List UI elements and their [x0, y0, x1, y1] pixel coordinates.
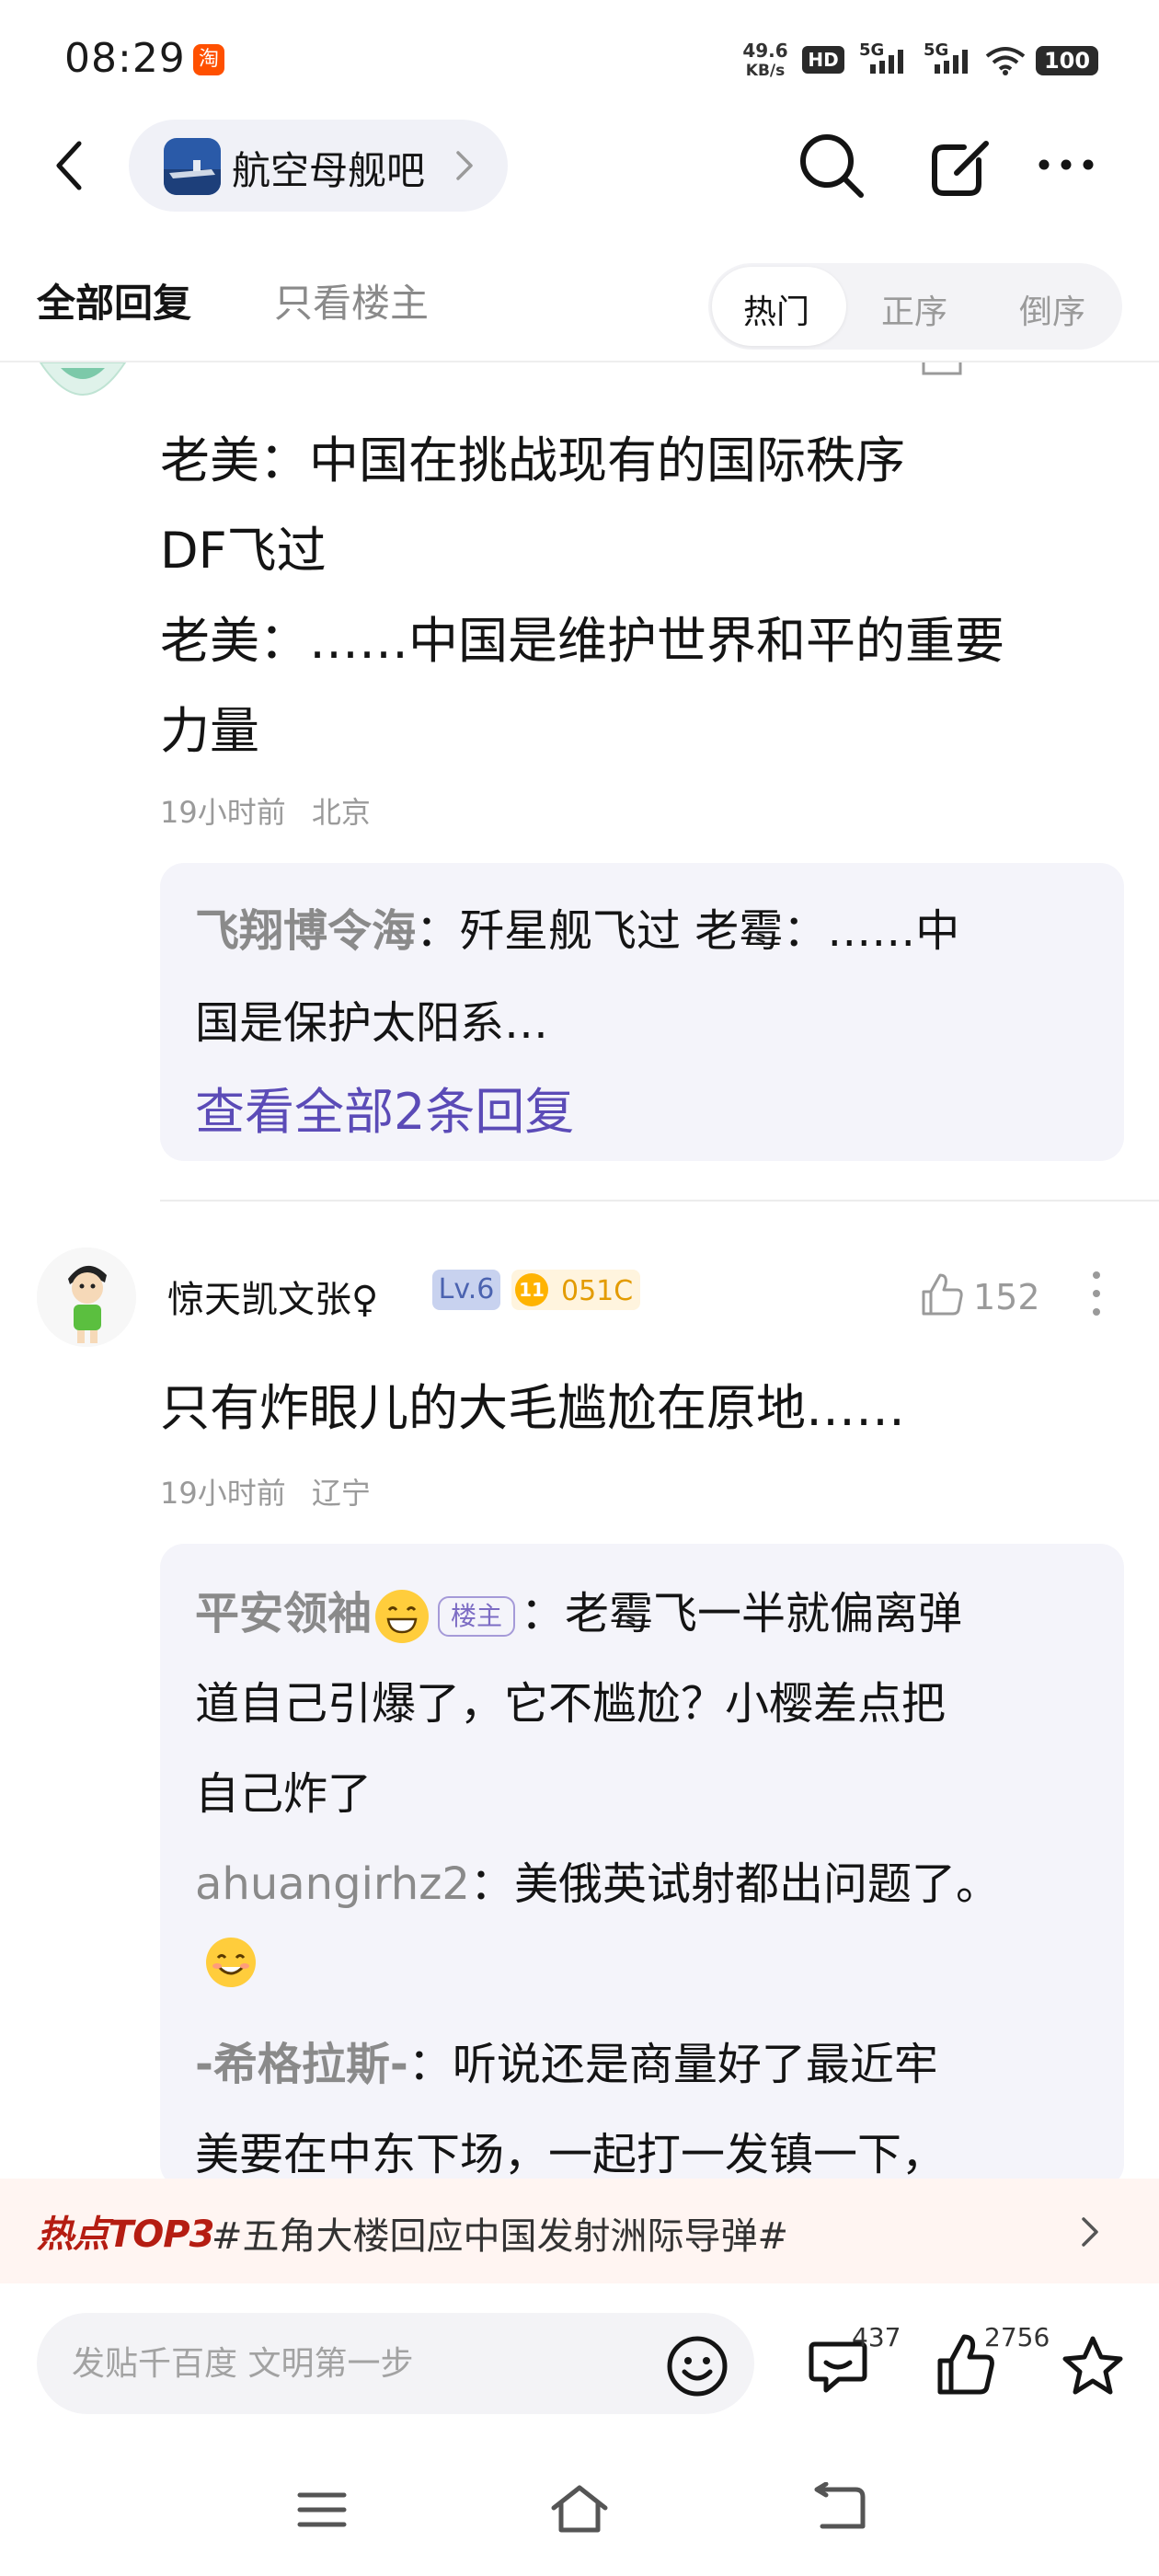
post2-text: 只有炸眼儿的大毛尴尬在原地…… — [160, 1379, 905, 1437]
post1-avatar[interactable] — [37, 362, 129, 397]
post2-reply[interactable]: -希格拉斯-：听说还是商量好了最近牢 — [195, 2028, 938, 2092]
hd-voice-icon: HD — [802, 46, 844, 74]
fan-level-icon: 11 — [515, 1273, 548, 1306]
sort-desc-button[interactable]: 倒序 — [1019, 285, 1085, 333]
comments-count: 437 — [852, 2322, 901, 2352]
reply-author[interactable]: 飞翔博令海 — [195, 905, 416, 957]
system-back-icon[interactable] — [809, 2482, 868, 2534]
fan-badge-label: 051C — [561, 1275, 634, 1307]
reply-text: ：听说还是商量好了最近牢 — [407, 2039, 938, 2090]
tab-op-only[interactable]: 只看楼主 — [274, 272, 429, 328]
post-divider — [160, 1200, 1159, 1202]
hot-topic-title[interactable]: #五角大楼回应中国发射洲际导弹# — [212, 2206, 788, 2260]
network-speed-unit: KB/s — [745, 62, 786, 80]
wifi-icon — [985, 47, 1026, 75]
comment-input[interactable] — [37, 2313, 754, 2414]
post1-reply[interactable]: 飞翔博令海：歼星舰飞过 老霉：……中 — [195, 894, 959, 959]
level-badge: Lv.6 — [432, 1270, 500, 1310]
reply-text-continued: 自己炸了 — [195, 1768, 373, 1820]
back-button[interactable] — [46, 136, 98, 195]
post1-text-line: DF飞过 — [160, 522, 327, 580]
post2-username[interactable]: 惊天凯文张♀ — [167, 1270, 378, 1323]
view-all-replies-link[interactable]: 查看全部2条回复 — [195, 1071, 574, 1144]
smile-emoji-icon — [206, 1938, 256, 1987]
reply-author[interactable]: 平安领袖 — [195, 1588, 372, 1639]
post1-text-line: 老美：中国在挑战现有的国际秩序 — [160, 431, 905, 489]
search-icon[interactable] — [797, 131, 866, 201]
tab-divider — [0, 361, 1159, 362]
reply-text-continued: 美要在中东下场，一起打一发镇一下， — [195, 2129, 947, 2180]
network-speed: 49.6 KB/s — [738, 40, 793, 81]
reply-author[interactable]: -希格拉斯- — [195, 2039, 408, 2090]
home-icon[interactable] — [546, 2480, 613, 2536]
post2-location: 辽宁 — [311, 1476, 371, 1511]
reply-text-continued: 道自己引爆了，它不尴尬？小樱差点把 — [195, 1678, 947, 1730]
post1-text-line: 老美：……中国是维护世界和平的重要 — [160, 612, 1004, 670]
emoji-picker-icon[interactable] — [666, 2335, 729, 2398]
tab-all-replies[interactable]: 全部回复 — [37, 272, 191, 328]
reply-text: ：老霉飞一半就偏离弹 — [521, 1588, 963, 1639]
chevron-right-icon[interactable] — [1078, 2214, 1102, 2250]
chevron-right-icon — [456, 151, 473, 180]
sort-asc-button[interactable]: 正序 — [881, 285, 947, 333]
forum-avatar — [164, 138, 221, 195]
forum-name[interactable]: 航空母舰吧 — [232, 140, 425, 196]
post2-reply[interactable]: 平安领袖 楼主 ：老霉飞一半就偏离弹 — [195, 1577, 962, 1643]
owner-tag: 楼主 — [438, 1596, 516, 1637]
thumbs-up-icon[interactable] — [920, 1271, 964, 1317]
post2-avatar[interactable] — [37, 1248, 136, 1347]
star-favorite-icon[interactable] — [1060, 2333, 1126, 2399]
grin-emoji-icon — [375, 1590, 430, 1643]
taobao-notification-icon: 淘 — [193, 44, 224, 75]
more-vertical-icon[interactable] — [1087, 1270, 1106, 1317]
sim2-signal-icon — [935, 50, 968, 74]
post1-like-icon[interactable] — [920, 362, 964, 375]
sim1-signal-icon — [870, 50, 903, 74]
reply-text: ：歼星舰飞过 老霉：……中 — [416, 905, 960, 957]
post1-text-line: 力量 — [160, 702, 259, 760]
reply-text-continued: 国是保护太阳系… — [195, 997, 549, 1049]
reply-author[interactable]: ahuangirhz2 — [195, 1858, 470, 1910]
post1-location: 北京 — [311, 795, 371, 830]
status-clock: 08:29 — [64, 35, 186, 82]
battery-indicator: 100 — [1036, 46, 1098, 75]
menu-icon[interactable] — [294, 2488, 350, 2532]
post2-like-count: 152 — [973, 1277, 1040, 1317]
likes-count: 2756 — [984, 2322, 1050, 2352]
edit-post-icon[interactable] — [929, 132, 993, 201]
more-options-icon[interactable] — [1034, 151, 1098, 178]
hot-topic-tag: 热点TOP3 — [37, 2214, 214, 2256]
post2-time: 19小时前 — [160, 1476, 286, 1511]
post1-time: 19小时前 — [160, 795, 286, 830]
network-speed-value: 49.6 — [742, 40, 788, 62]
post2-reply[interactable]: ahuangirhz2：美俄英试射都出问题了。 — [195, 1847, 1000, 1912]
sort-hot-label[interactable]: 热门 — [743, 285, 809, 333]
post2-meta: 19小时前 辽宁 — [160, 1470, 371, 1512]
post1-meta: 19小时前 北京 — [160, 789, 371, 832]
reply-text: ：美俄英试射都出问题了。 — [469, 1858, 1000, 1910]
